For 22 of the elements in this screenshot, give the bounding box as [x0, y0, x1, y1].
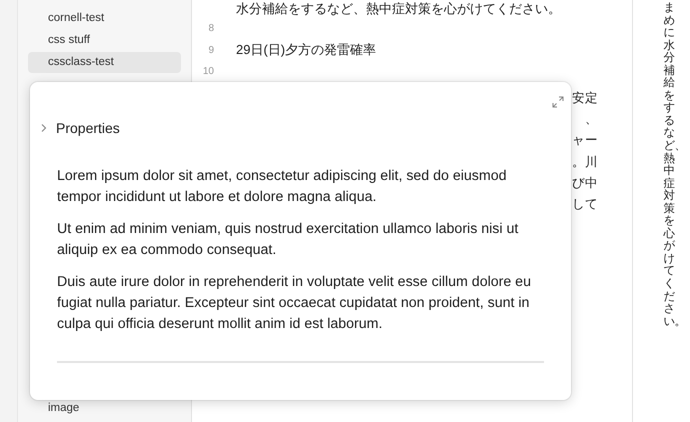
editor-text: び中	[572, 175, 598, 192]
sidebar-item[interactable]: image	[28, 398, 181, 419]
sidebar-item[interactable]: cssclass-test	[28, 52, 181, 73]
paragraph: Duis aute irure dolor in reprehenderit in voluptate velit esse cillum dolore eu fugiat nulla pariatur. Excepteur sint occaecat cupidatat non proident, sunt in culpa qui officia deserunt mollit anim id est laborum.	[57, 273, 532, 334]
editor-text: 、	[585, 110, 598, 128]
editor-text: 安定	[572, 90, 598, 106]
sidebar-item[interactable]: cornell-test	[28, 8, 181, 29]
editor-text: して	[572, 196, 598, 214]
editor-text: 。川	[572, 154, 598, 171]
properties-heading[interactable]: Properties	[56, 120, 120, 136]
paragraph: Lorem ipsum dolor sit amet, consectetur adipiscing elit, sed do eiusmod tempor incididunt ut labore et dolore magna aliqua.	[57, 167, 508, 207]
line-number: 9	[208, 44, 214, 56]
line-number: 10	[202, 66, 214, 78]
editor-text: 29日(日)夕方の発雷確率	[236, 41, 376, 60]
paragraph: Ut enim ad minim veniam, quis nostrud exercitation ullamco laboris nisi ut aliquip ex ea commodo consequat.	[57, 220, 520, 260]
editor-text: 水分補給をするなど、熱中症対策を心がけてください。	[236, 1, 561, 16]
sidebar-item[interactable]: css stuff	[28, 30, 181, 51]
line-number: 8	[208, 23, 214, 34]
editor-text: ャー	[572, 132, 598, 150]
vertical-text: まめに水分補給をするなど、熱中症対策を心がけてください。	[662, 1, 680, 330]
expand-icon[interactable]	[552, 96, 564, 108]
chevron-icon[interactable]	[40, 123, 48, 133]
